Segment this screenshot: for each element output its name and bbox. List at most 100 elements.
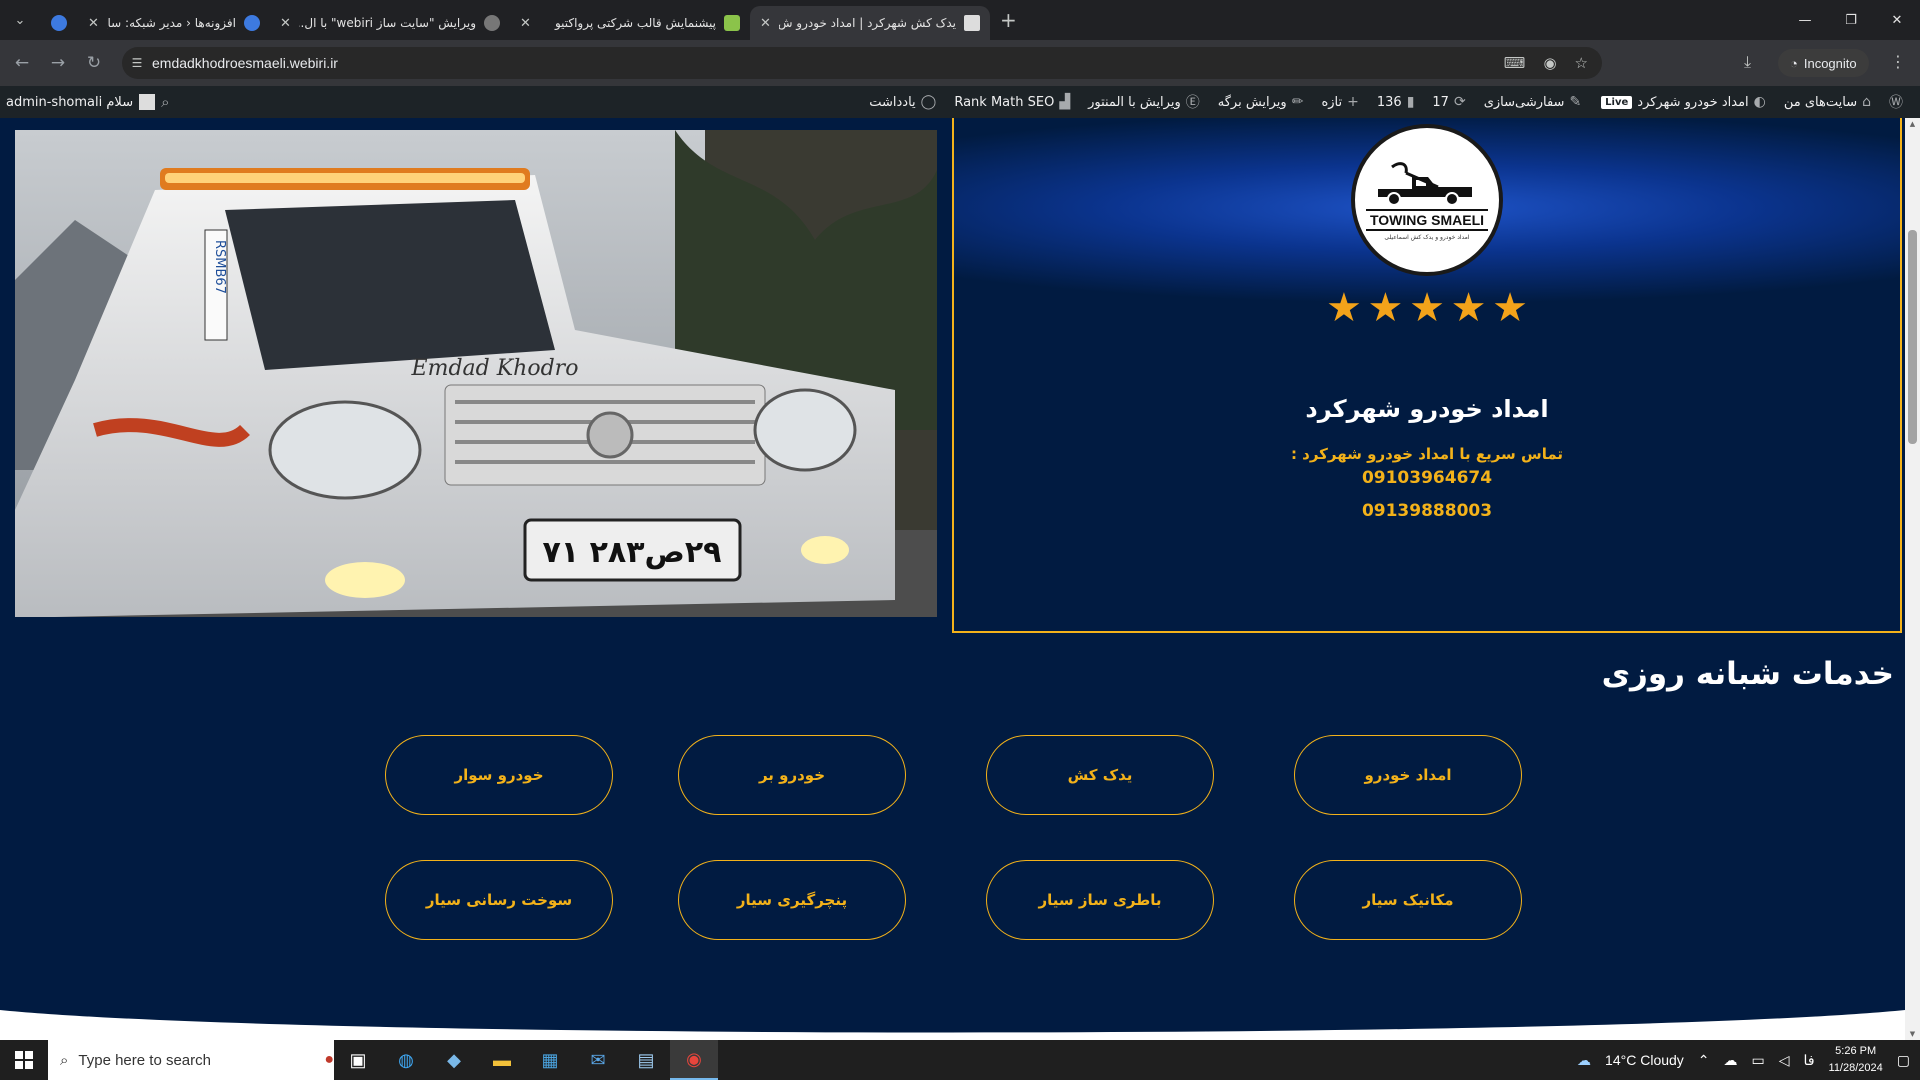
phone-number-1[interactable]: 09103964674	[1200, 468, 1654, 488]
new-content-menu[interactable]: + تازه	[1312, 94, 1367, 110]
tow-truck-illustration: Emdad Khodro ۲۹ص۲۸۳ ۷۱ RSMB67	[15, 130, 937, 617]
edit-page-link[interactable]: ✏ ویرایش برگه	[1209, 94, 1313, 110]
rank-math-menu[interactable]: ▟ Rank Math SEO	[945, 94, 1079, 110]
omnibox[interactable]: ☰ emdadkhodroesmaeli.webiri.ir ⌨ ◉ ☆	[122, 47, 1602, 79]
translate-icon[interactable]: ⌨	[1504, 54, 1526, 72]
close-window-icon[interactable]: ✕	[1874, 13, 1920, 28]
back-icon[interactable]: ←	[4, 53, 40, 73]
tab-title: ویرایش "سایت ساز webiri" با ال...	[299, 16, 476, 30]
star-icon: ★	[1367, 285, 1404, 331]
taskbar-search[interactable]: ⌕ Type here to search ●	[48, 1040, 334, 1080]
tab-search-icon[interactable]: ⌄	[6, 6, 34, 34]
tab-title: پیشنمایش قالب شرکتی پرواکتیو	[554, 16, 716, 30]
tow-truck-icon	[1378, 162, 1472, 206]
customize-label: سفارشی‌سازی	[1483, 94, 1565, 110]
service-button-car-rider[interactable]: خودرو سوار	[385, 735, 613, 815]
service-button-fuel[interactable]: سوخت رسانی سیار	[385, 860, 613, 940]
chevron-up-icon[interactable]: ⌃	[1698, 1052, 1710, 1069]
forward-icon[interactable]: →	[40, 53, 76, 73]
minimize-icon[interactable]: —	[1782, 13, 1828, 28]
mail-icon[interactable]: ✉	[574, 1040, 622, 1080]
service-button-emdad[interactable]: امداد خودرو	[1294, 735, 1522, 815]
calculator-icon[interactable]: ▤	[622, 1040, 670, 1080]
service-button-tire-repair[interactable]: پنچرگیری سیار	[678, 860, 906, 940]
towing-logo: TOWING SMAELI امداد خودرو و یدک کش اسماع…	[1351, 124, 1503, 276]
pencil-icon: ✏	[1291, 94, 1304, 110]
onedrive-icon[interactable]: ☁	[1724, 1052, 1738, 1069]
file-explorer-icon[interactable]: ▬	[478, 1040, 526, 1080]
incognito-badge[interactable]: ◔ Incognito	[1778, 49, 1869, 77]
app-icon[interactable]: ◆	[430, 1040, 478, 1080]
theme-favicon-icon	[724, 15, 740, 31]
tab-pinned[interactable]	[40, 6, 78, 40]
account-menu[interactable]: ⌕ سلام admin-shomali	[0, 93, 170, 111]
search-highlight-icon: ●	[324, 1051, 334, 1068]
service-button-car-carrier[interactable]: خودرو بر	[678, 735, 906, 815]
weather-icon[interactable]: ☁	[1577, 1052, 1591, 1069]
tab-theme-preview[interactable]: پیشنمایش قالب شرکتی پرواکتیو ✕	[510, 6, 750, 40]
search-icon[interactable]: ⌕	[161, 93, 169, 111]
clock[interactable]: 5:26 PM 11/28/2024	[1829, 1043, 1883, 1077]
phone-number-2[interactable]: 09139888003	[1200, 501, 1654, 521]
site-info-icon[interactable]: ☰	[122, 56, 152, 70]
page-favicon-icon	[964, 15, 980, 31]
dashboard-icon: ◐	[1753, 94, 1766, 110]
site-name-menu[interactable]: ◐ امداد خودرو شهرکرد Live	[1590, 94, 1775, 110]
wordpress-logo[interactable]: Ⓦ	[1880, 92, 1912, 112]
site-name-label: امداد خودرو شهرکرد	[1637, 94, 1749, 110]
close-tab-icon[interactable]: ✕	[760, 16, 771, 31]
service-button-towing[interactable]: یدک کش	[986, 735, 1214, 815]
edit-elementor-link[interactable]: Ⓔ ویرایش با المنتور	[1079, 92, 1209, 112]
browser-tab-strip: ⌄ افزونه‌ها ‹ مدیر شبکه: سایت ساز ✕ ویرا…	[0, 0, 1920, 40]
page-scrollbar[interactable]: ▲ ▼	[1905, 118, 1920, 1040]
site-favicon-icon	[484, 15, 500, 31]
bookmark-star-icon[interactable]: ☆	[1575, 54, 1588, 72]
search-placeholder: Type here to search	[78, 1051, 211, 1069]
close-tab-icon[interactable]: ✕	[280, 16, 291, 31]
rating-stars: ★ ★ ★ ★ ★	[1326, 288, 1528, 328]
scroll-up-icon[interactable]: ▲	[1905, 120, 1920, 128]
volume-icon[interactable]: ◁	[1779, 1052, 1790, 1069]
tab-current[interactable]: یدک کش شهرکرد | امداد خودرو ش ✕	[750, 6, 990, 40]
store-icon[interactable]: ▦	[526, 1040, 574, 1080]
scrollbar-thumb[interactable]	[1908, 230, 1917, 444]
network-icon[interactable]: ▭	[1752, 1052, 1765, 1069]
weather-label[interactable]: 14°C Cloudy	[1605, 1052, 1684, 1068]
search-icon: ⌕	[60, 1051, 69, 1069]
restore-icon[interactable]: ❐	[1828, 13, 1874, 28]
rank-math-label: Rank Math SEO	[954, 94, 1055, 110]
reload-icon[interactable]: ↻	[76, 53, 112, 73]
eye-off-icon[interactable]: ◉	[1543, 54, 1556, 72]
new-label: تازه	[1321, 94, 1343, 110]
updates-link[interactable]: ⟳ 17	[1423, 94, 1474, 110]
scroll-down-icon[interactable]: ▼	[1905, 1030, 1920, 1038]
service-button-battery[interactable]: باطری ساز سیار	[986, 860, 1214, 940]
customize-link[interactable]: ✎ سفارشی‌سازی	[1475, 94, 1590, 110]
comments-icon: ▮	[1406, 94, 1415, 110]
service-button-mobile-mechanic[interactable]: مکانیک سیار	[1294, 860, 1522, 940]
download-icon[interactable]: ⤓	[1744, 52, 1751, 72]
notifications-icon[interactable]: ▢	[1897, 1052, 1910, 1069]
task-view-icon[interactable]: ▣	[334, 1040, 382, 1080]
edit-elementor-label: ویرایش با المنتور	[1088, 94, 1181, 110]
tow-truck-photo: Emdad Khodro ۲۹ص۲۸۳ ۷۱ RSMB67	[15, 130, 937, 617]
globe-icon	[51, 15, 67, 31]
notes-link[interactable]: ◯ یادداشت	[860, 94, 945, 110]
comments-link[interactable]: ▮ 136	[1368, 94, 1424, 110]
new-tab-button[interactable]: +	[1000, 8, 1017, 32]
chrome-icon[interactable]: ◉	[670, 1040, 718, 1080]
updates-count: 17	[1432, 94, 1449, 110]
edge-icon[interactable]: ◍	[382, 1040, 430, 1080]
language-indicator[interactable]: فا	[1804, 1052, 1815, 1069]
browser-menu-icon[interactable]: ⋮	[1890, 52, 1906, 71]
tab-edit-elementor[interactable]: ویرایش "سایت ساز webiri" با ال... ✕	[270, 6, 510, 40]
start-button[interactable]	[0, 1040, 48, 1080]
license-plate: ۲۹ص۲۸۳ ۷۱	[543, 535, 722, 570]
wordpress-icon: Ⓦ	[1889, 95, 1903, 111]
close-tab-icon[interactable]: ✕	[520, 16, 531, 31]
greeting-label: سلام admin-shomali	[6, 94, 134, 110]
close-tab-icon[interactable]: ✕	[88, 16, 99, 31]
plus-icon: +	[1347, 94, 1359, 110]
tab-plugins[interactable]: افزونه‌ها ‹ مدیر شبکه: سایت ساز ✕	[78, 6, 270, 40]
my-sites-menu[interactable]: ⌂ سایت‌های من	[1775, 94, 1880, 110]
